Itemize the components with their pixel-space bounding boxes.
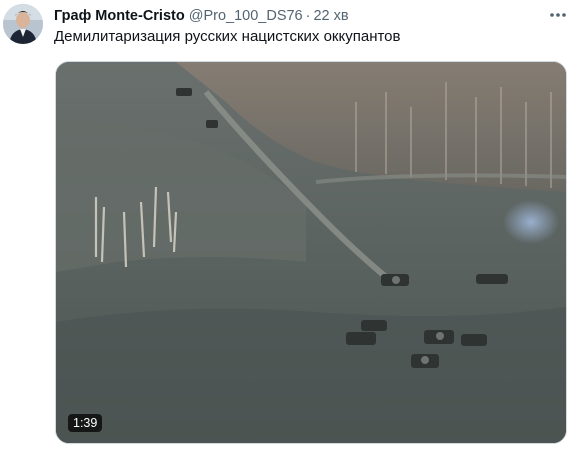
tweet-text: Демилитаризация русских нацистских оккуп… [54,28,401,45]
video-duration-badge: 1:39 [68,414,103,432]
tweet[interactable]: Граф Monte-Cristo @Pro_100_DS76 · 22 хв Де… [0,0,577,450]
more-options-button[interactable] [545,4,571,26]
avatar-image [3,4,43,44]
author-name[interactable]: Граф Monte-Cristo [54,8,185,24]
avatar[interactable] [3,4,43,44]
author-handle[interactable]: @Pro_100_DS76 [189,8,303,24]
tweet-header: Граф Monte-Cristo @Pro_100_DS76 · 22 хв [54,6,537,26]
separator-dot: · [305,8,311,24]
video-player[interactable]: 1:39 [55,61,567,444]
more-horizontal-icon [550,13,566,17]
tweet-timestamp[interactable]: 22 хв [313,8,348,24]
video-frame [56,62,566,443]
